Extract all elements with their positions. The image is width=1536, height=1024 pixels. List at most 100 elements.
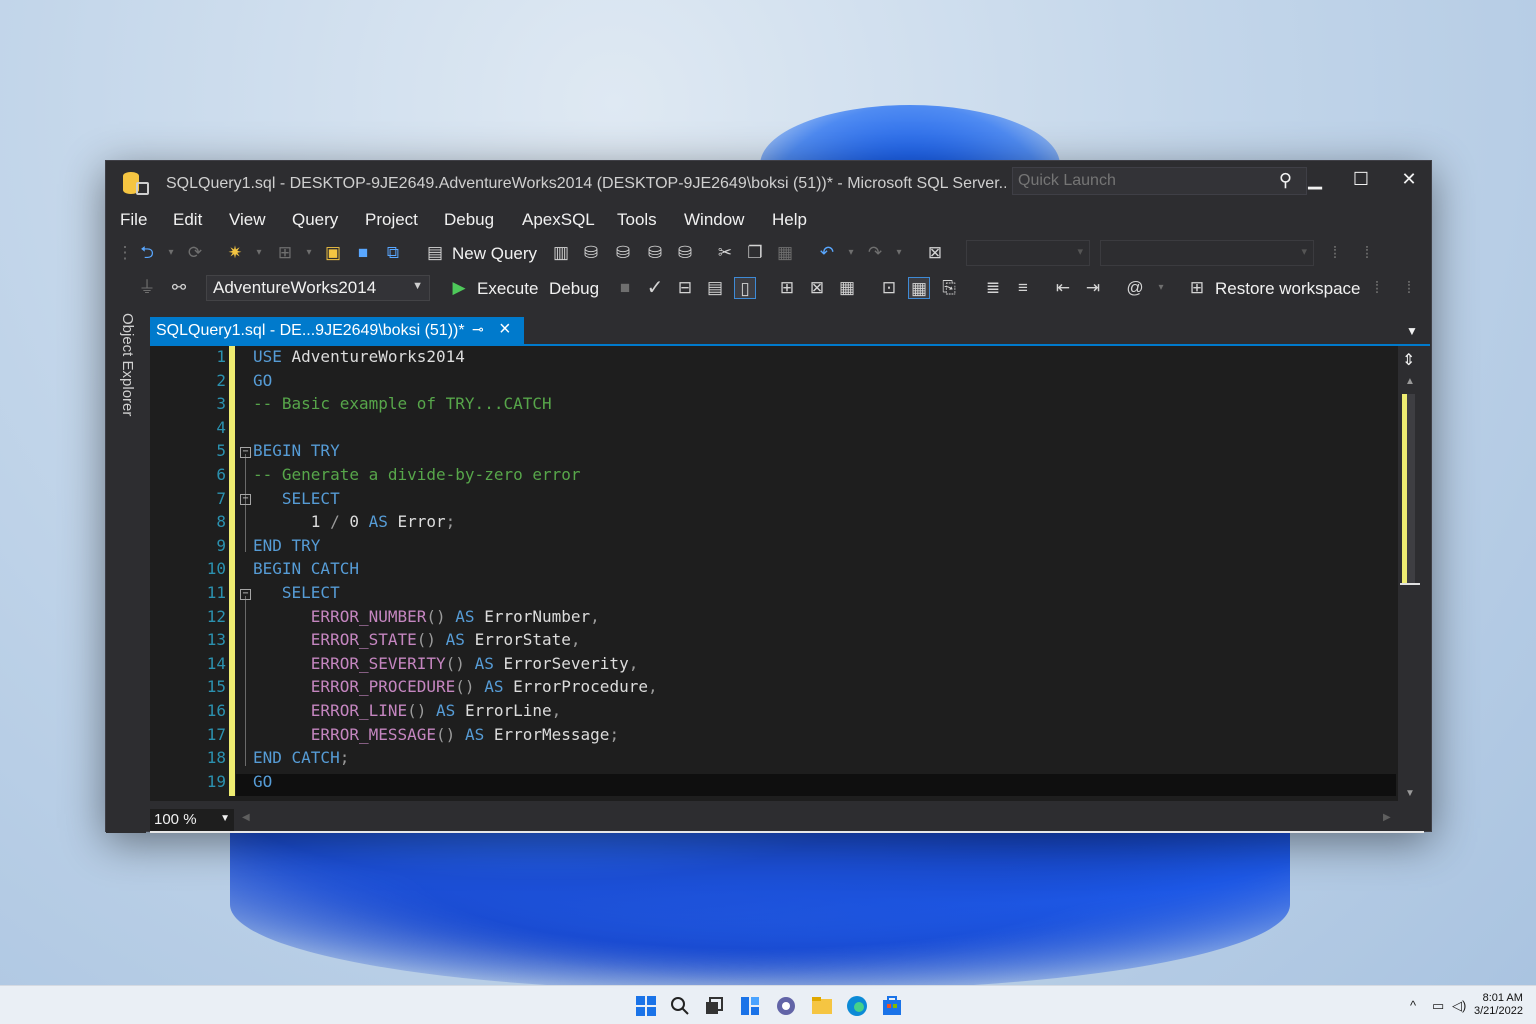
code-line[interactable]: ERROR_MESSAGE() AS ErrorMessage; bbox=[253, 725, 619, 744]
code-line[interactable]: END TRY bbox=[253, 536, 320, 555]
code-line[interactable]: 1 / 0 AS Error; bbox=[253, 512, 456, 531]
code-line[interactable]: USE AdventureWorks2014 bbox=[253, 347, 465, 366]
task-view-icon[interactable] bbox=[702, 994, 726, 1018]
close-icon[interactable]: × bbox=[499, 318, 511, 341]
chevron-down-icon[interactable]: ▾ bbox=[1150, 277, 1172, 299]
increase-indent-icon[interactable]: ⇥ bbox=[1082, 277, 1104, 299]
execute-icon[interactable]: ▶ bbox=[448, 277, 470, 299]
collapse-icon[interactable]: − bbox=[240, 589, 251, 600]
quick-launch[interactable]: ⚲ bbox=[1012, 167, 1307, 195]
client-stats-icon[interactable]: ▦ bbox=[836, 277, 858, 299]
code-line[interactable]: SELECT bbox=[253, 583, 340, 602]
code-line[interactable]: -- Basic example of TRY...CATCH bbox=[253, 394, 552, 413]
execute-button[interactable]: Execute bbox=[477, 279, 538, 299]
menu-query[interactable]: Query bbox=[292, 210, 338, 230]
save-all-icon[interactable]: ⧉ bbox=[382, 242, 404, 264]
start-icon[interactable] bbox=[634, 994, 658, 1018]
code-editor[interactable]: − − − 1 2 3 4 5 6 7 8 9 10 11 12 13 14 15 16 17 18 19 USE A… bbox=[150, 346, 1398, 801]
code-line[interactable]: ERROR_NUMBER() AS ErrorNumber, bbox=[253, 607, 600, 626]
widgets-icon[interactable] bbox=[738, 994, 762, 1018]
maximize-button[interactable]: ☐ bbox=[1346, 169, 1376, 190]
live-stats-icon[interactable]: ⊠ bbox=[806, 277, 828, 299]
menu-edit[interactable]: Edit bbox=[173, 210, 202, 230]
database-engine-query-icon[interactable]: ▥ bbox=[550, 242, 572, 264]
chevron-down-icon[interactable]: ▾ bbox=[840, 242, 862, 264]
collapse-icon[interactable]: − bbox=[240, 447, 251, 458]
code-line[interactable]: ERROR_LINE() AS ErrorLine, bbox=[253, 701, 561, 720]
code-line[interactable]: BEGIN TRY bbox=[253, 441, 340, 460]
change-connection-icon[interactable]: ⚯ bbox=[168, 277, 190, 299]
copy-icon[interactable]: ❐ bbox=[744, 242, 766, 264]
mdx-query-icon[interactable]: ⛁ bbox=[580, 242, 602, 264]
toolbar-overflow-icon[interactable]: ⁞ bbox=[1366, 277, 1388, 299]
new-query-icon[interactable]: ▤ bbox=[424, 242, 446, 264]
menu-project[interactable]: Project bbox=[365, 210, 418, 230]
menu-debug[interactable]: Debug bbox=[444, 210, 494, 230]
new-project-icon[interactable]: ✷ bbox=[224, 242, 246, 264]
cancel-query-icon[interactable]: ■ bbox=[614, 277, 636, 299]
find-combo[interactable]: ▾ bbox=[1100, 240, 1314, 266]
debug-button[interactable]: Debug bbox=[549, 279, 599, 299]
open-file-icon[interactable]: ▣ bbox=[322, 242, 344, 264]
results-to-file-icon[interactable]: ⎘ bbox=[938, 277, 960, 299]
file-explorer-icon[interactable] bbox=[810, 994, 834, 1018]
scroll-down-icon[interactable]: ▼ bbox=[1405, 788, 1415, 799]
chevron-up-icon[interactable]: ^ bbox=[1410, 998, 1416, 1013]
code-line[interactable]: ERROR_SEVERITY() AS ErrorSeverity, bbox=[253, 654, 639, 673]
pin-icon[interactable]: ⊸ bbox=[472, 321, 484, 338]
chat-icon[interactable] bbox=[774, 994, 798, 1018]
menu-window[interactable]: Window bbox=[684, 210, 744, 230]
scroll-right-icon[interactable]: ▶ bbox=[1383, 812, 1391, 823]
menu-tools[interactable]: Tools bbox=[617, 210, 657, 230]
quick-launch-input[interactable] bbox=[1013, 168, 1253, 194]
display-plan-icon[interactable]: ⊟ bbox=[674, 277, 696, 299]
undo-icon[interactable]: ↶ bbox=[816, 242, 838, 264]
solution-config-combo[interactable]: ▾ bbox=[966, 240, 1090, 266]
document-tab[interactable]: SQLQuery1.sql - DE...9JE2649\boksi (51))… bbox=[150, 317, 524, 345]
volume-icon[interactable]: ◁) bbox=[1452, 998, 1466, 1014]
uncomment-icon[interactable]: ≡ bbox=[1012, 277, 1034, 299]
chevron-down-icon[interactable]: ▾ bbox=[298, 242, 320, 264]
code-line[interactable]: BEGIN CATCH bbox=[253, 559, 359, 578]
code-line[interactable]: SELECT bbox=[253, 489, 340, 508]
scroll-left-icon[interactable]: ◀ bbox=[242, 812, 250, 823]
specify-values-icon[interactable]: @ bbox=[1124, 277, 1146, 299]
chevron-down-icon[interactable]: ▾ bbox=[888, 242, 910, 264]
toolbar-overflow-icon[interactable]: ⁞ bbox=[1324, 242, 1346, 264]
query-options-icon[interactable]: ▤ bbox=[704, 277, 726, 299]
comment-out-icon[interactable]: ≣ bbox=[982, 277, 1004, 299]
menu-file[interactable]: File bbox=[120, 210, 147, 230]
vertical-scrollbar[interactable]: ⇕ ▲ ▼ bbox=[1398, 346, 1422, 801]
clock[interactable]: 8:01 AM 3/21/2022 bbox=[1474, 992, 1523, 1018]
chevron-down-icon[interactable]: ▾ bbox=[248, 242, 270, 264]
restore-workspace-button[interactable]: Restore workspace bbox=[1215, 279, 1361, 299]
toolbar-overflow-icon[interactable]: ⁞ bbox=[1356, 242, 1378, 264]
search-icon[interactable]: ⚲ bbox=[1279, 170, 1292, 191]
results-to-text-icon[interactable]: ⊡ bbox=[878, 277, 900, 299]
add-item-icon[interactable]: ⊞ bbox=[274, 242, 296, 264]
decrease-indent-icon[interactable]: ⇤ bbox=[1052, 277, 1074, 299]
database-select[interactable]: AdventureWorks2014 ▼ bbox=[206, 275, 430, 301]
cut-icon[interactable]: ✂ bbox=[714, 242, 736, 264]
paste-icon[interactable]: ▦ bbox=[774, 242, 796, 264]
code-line[interactable]: -- Generate a divide-by-zero error bbox=[253, 465, 581, 484]
store-icon[interactable] bbox=[880, 994, 904, 1018]
code-line[interactable]: ERROR_PROCEDURE() AS ErrorProcedure, bbox=[253, 677, 658, 696]
menu-help[interactable]: Help bbox=[772, 210, 807, 230]
toolbar-overflow-icon[interactable]: ⁞ bbox=[1398, 277, 1420, 299]
parse-checkmark-icon[interactable]: ✓ bbox=[644, 277, 666, 299]
split-icon[interactable]: ⇕ bbox=[1402, 350, 1415, 370]
code-line[interactable]: GO bbox=[253, 772, 272, 791]
redo-icon[interactable]: ↷ bbox=[864, 242, 886, 264]
intellisense-icon[interactable]: ▯ bbox=[734, 277, 756, 299]
forward-icon[interactable]: ⟳ bbox=[184, 242, 206, 264]
connect-icon[interactable]: ⏚ bbox=[136, 277, 158, 299]
back-icon[interactable]: ⮌ bbox=[136, 242, 158, 264]
code-line[interactable]: ERROR_STATE() AS ErrorState, bbox=[253, 630, 581, 649]
new-query-button[interactable]: New Query bbox=[452, 244, 537, 264]
close-button[interactable]: ✕ bbox=[1394, 169, 1424, 190]
code-line[interactable]: GO bbox=[253, 371, 272, 390]
save-icon[interactable]: ■ bbox=[352, 242, 374, 264]
search-icon[interactable] bbox=[668, 994, 692, 1018]
object-explorer-tab[interactable]: Object Explorer bbox=[116, 313, 138, 443]
